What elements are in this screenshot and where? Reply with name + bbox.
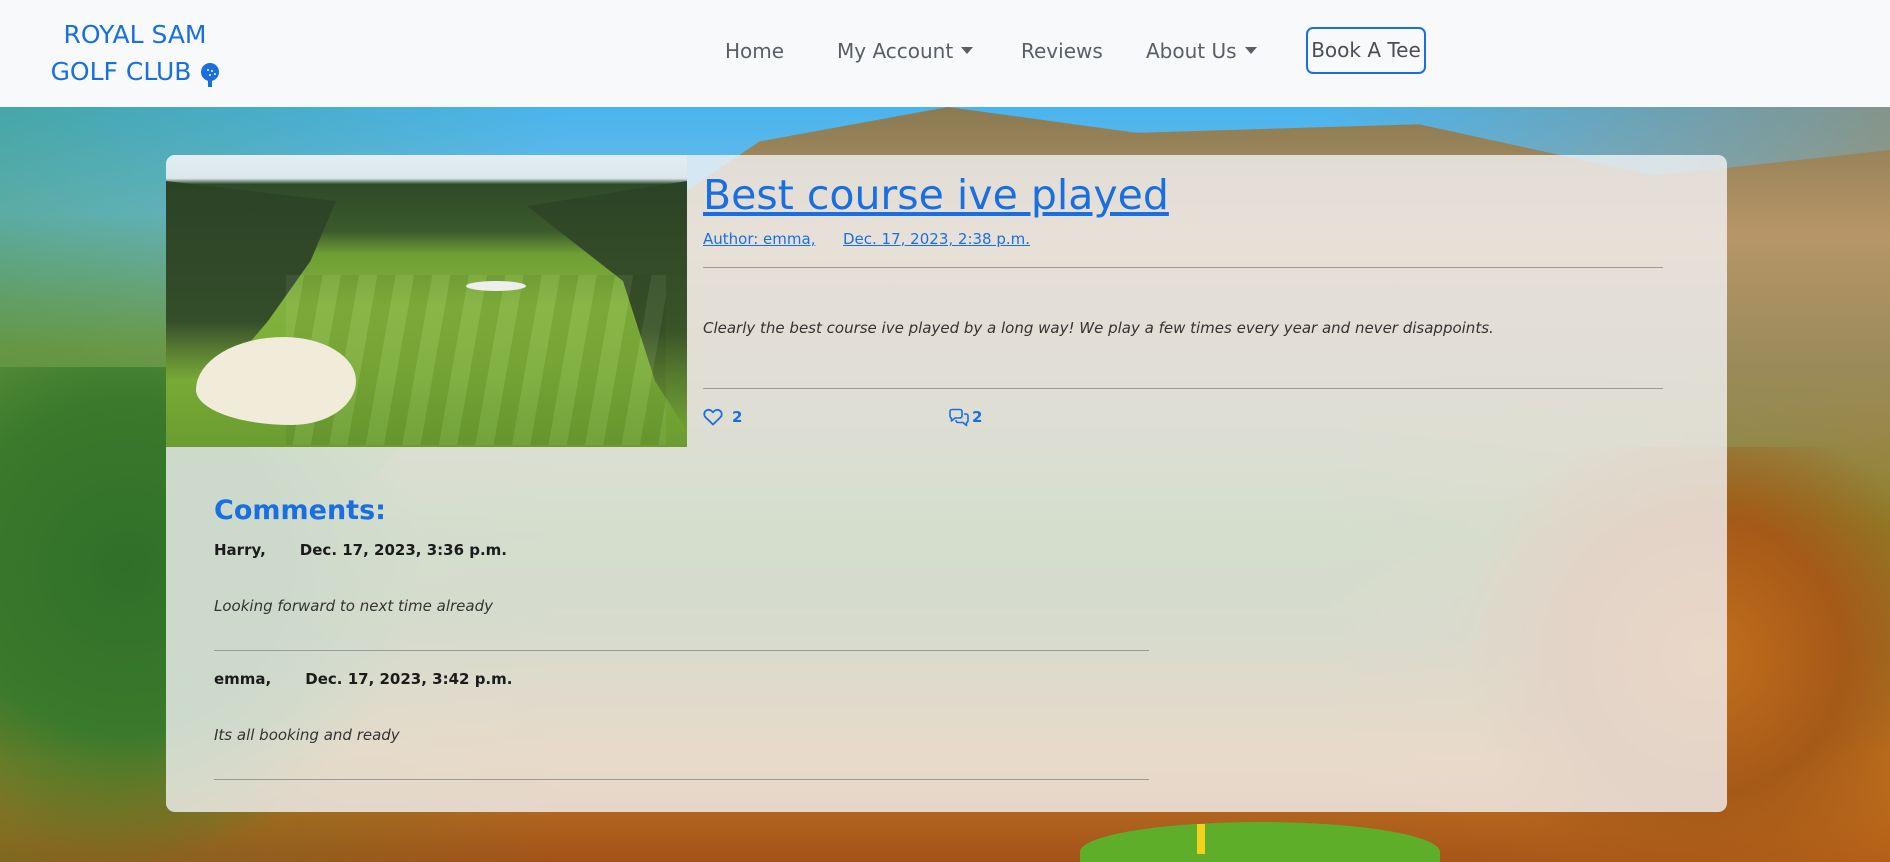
comment-meta: emma, Dec. 17, 2023, 3:42 p.m. xyxy=(214,670,512,688)
divider xyxy=(214,650,1149,651)
post-author[interactable]: Author: emma, xyxy=(703,230,815,248)
post-title[interactable]: Best course ive played xyxy=(703,171,1169,219)
comment-body: Looking forward to next time already xyxy=(214,597,493,615)
nav-about-us-label: About Us xyxy=(1146,39,1237,63)
brand-logo[interactable]: ROYAL SAM GOLF CLUB xyxy=(50,16,220,90)
brand-line-1: ROYAL SAM xyxy=(63,20,207,49)
comment-author: Harry, xyxy=(214,541,266,559)
brand-line-2: GOLF CLUB xyxy=(50,57,192,86)
caret-down-icon xyxy=(1244,47,1257,54)
caret-down-icon xyxy=(961,47,974,54)
flag-icon xyxy=(1197,824,1205,854)
nav-my-account-label: My Account xyxy=(837,39,954,63)
nav-my-account[interactable]: My Account xyxy=(837,37,974,65)
comment-body: Its all booking and ready xyxy=(214,726,400,744)
navbar: ROYAL SAM GOLF CLUB Home My Account Revi… xyxy=(0,0,1890,107)
green-fairway xyxy=(1080,822,1440,862)
nav-about-us[interactable]: About Us xyxy=(1146,37,1257,65)
chat-bubbles-icon xyxy=(949,408,969,427)
post-card: Best course ive played Author: emma, Dec… xyxy=(166,155,1727,812)
heart-outline-icon[interactable] xyxy=(703,408,723,426)
nav-reviews[interactable]: Reviews xyxy=(1021,37,1103,65)
like-count: 2 xyxy=(732,408,743,426)
image-sand-bunker-small xyxy=(466,281,526,291)
comment-date: Dec. 17, 2023, 3:36 p.m. xyxy=(299,541,507,559)
comment-meta: Harry, Dec. 17, 2023, 3:36 p.m. xyxy=(214,541,507,559)
comment-date: Dec. 17, 2023, 3:42 p.m. xyxy=(305,670,513,688)
post-body: Clearly the best course ive played by a … xyxy=(703,319,1494,337)
golf-ball-on-tee-icon xyxy=(201,63,220,87)
divider xyxy=(703,388,1663,389)
comment-count: 2 xyxy=(972,408,983,426)
divider xyxy=(214,779,1149,780)
comments-heading: Comments: xyxy=(214,495,386,526)
book-a-tee-button[interactable]: Book A Tee xyxy=(1306,27,1426,74)
divider xyxy=(703,267,1663,268)
post-image xyxy=(166,155,687,447)
nav-home[interactable]: Home xyxy=(725,37,784,65)
comment-author: emma, xyxy=(214,670,272,688)
post-date[interactable]: Dec. 17, 2023, 2:38 p.m. xyxy=(843,230,1030,248)
